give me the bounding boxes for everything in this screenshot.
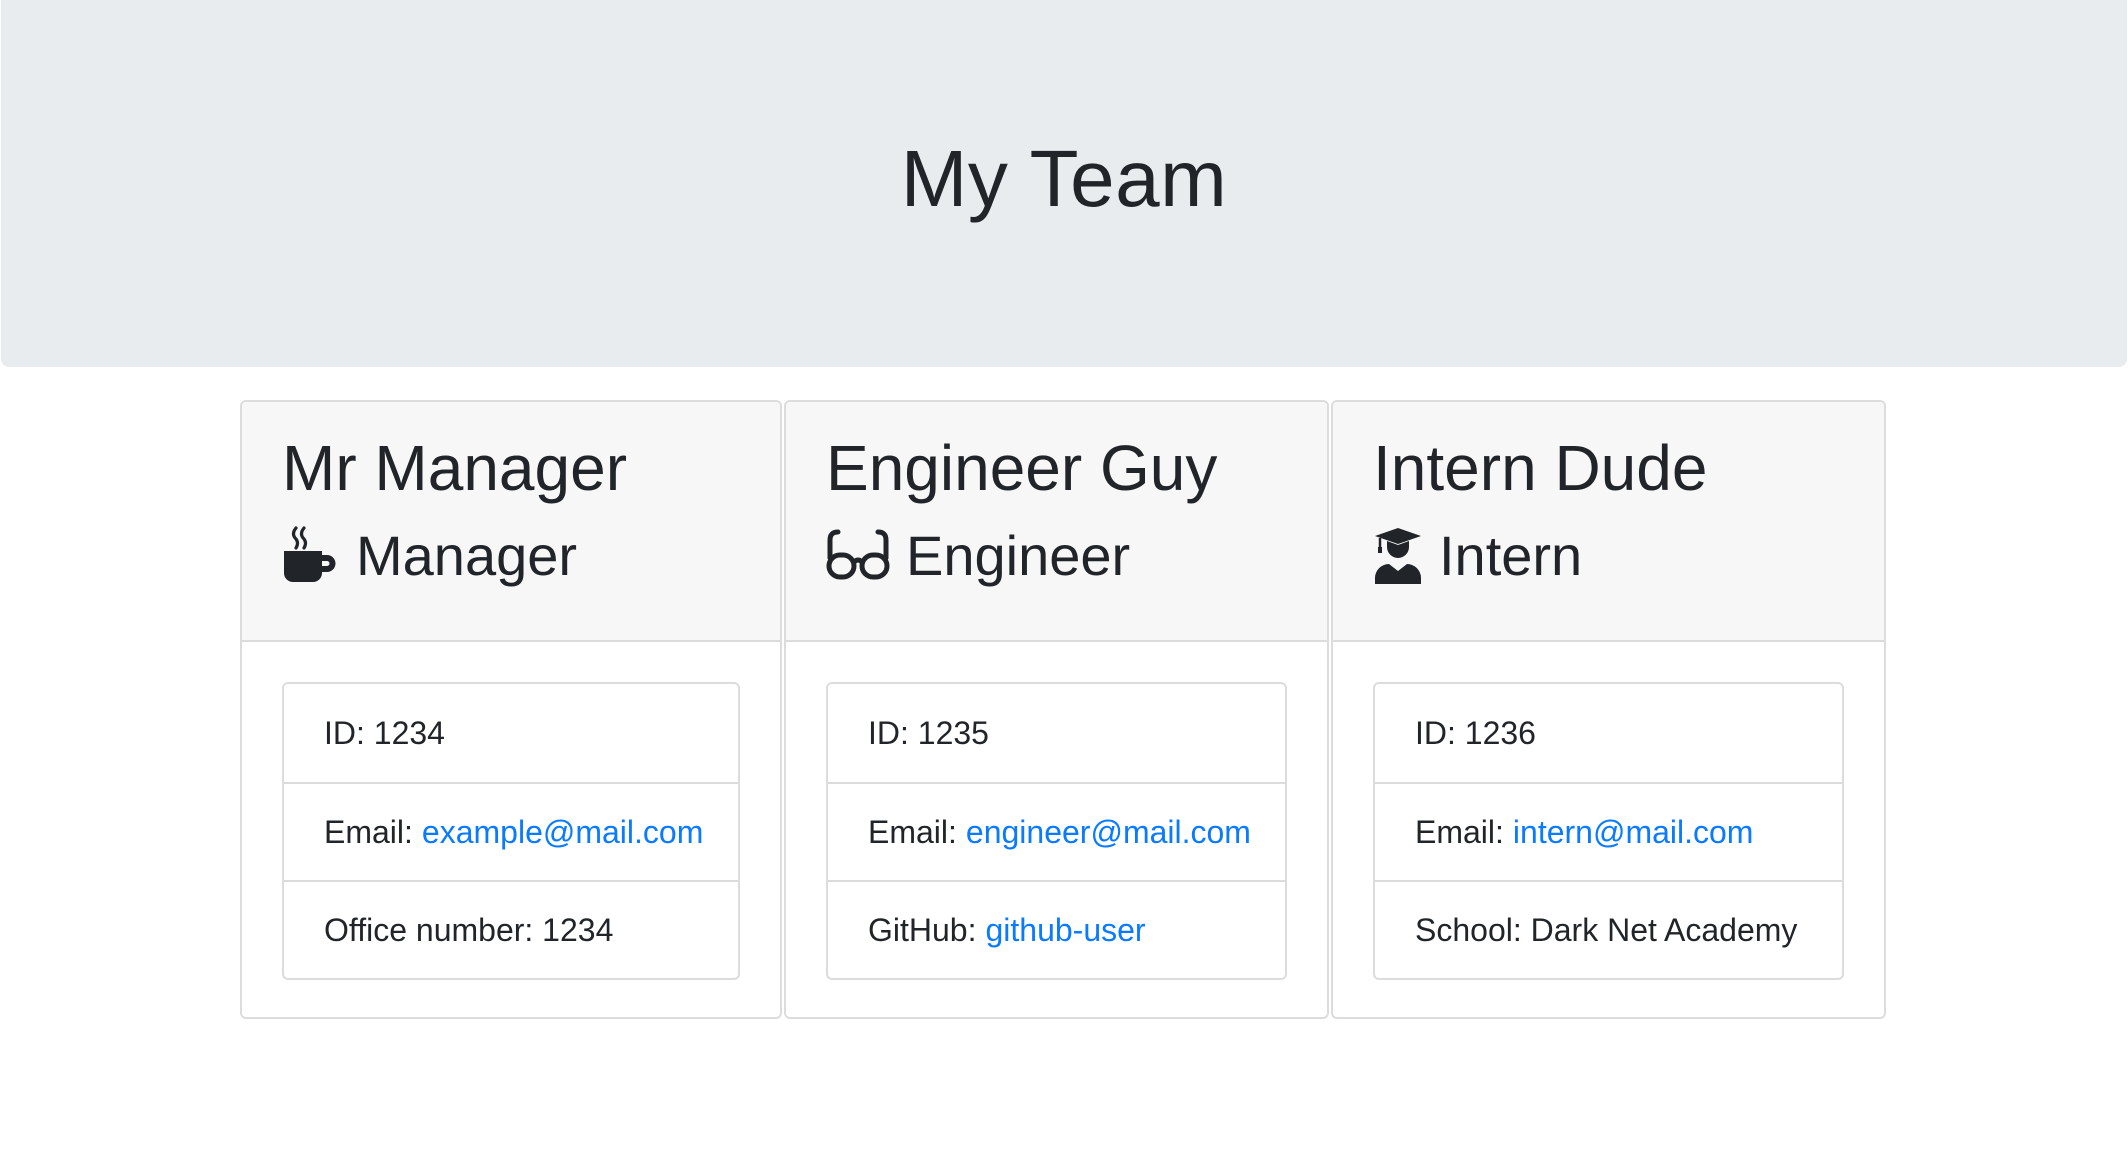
employee-card-intern: Intern Dude Intern ID: 1236 Email: inter… (1331, 400, 1886, 1019)
page-title: My Team (900, 133, 1228, 223)
employee-role-label: Manager (356, 523, 578, 587)
email-label: Email: (868, 813, 957, 850)
school: School: Dark Net Academy (1375, 880, 1842, 978)
glasses-icon (826, 528, 890, 582)
employee-details-list: ID: 1236 Email: intern@mail.com School: … (1373, 682, 1844, 980)
card-header: Mr Manager Manager (242, 402, 780, 642)
employee-card-manager: Mr Manager Manager ID: 1234 Email: examp… (240, 400, 782, 1019)
employee-id: ID: 1236 (1415, 714, 1536, 751)
mug-hot-icon (282, 526, 340, 584)
card-body: ID: 1234 Email: example@mail.com Office … (242, 642, 780, 1017)
employee-name: Mr Manager (282, 432, 627, 504)
user-graduate-icon (1373, 526, 1423, 585)
github-label: GitHub: (868, 911, 977, 948)
employee-email-row: Email: intern@mail.com (1375, 782, 1842, 880)
employee-details-list: ID: 1234 Email: example@mail.com Office … (282, 682, 740, 980)
employee-role: Intern (1373, 523, 1844, 588)
github-link[interactable]: github-user (985, 912, 1145, 949)
card-body: ID: 1235 Email: engineer@mail.com GitHub… (786, 642, 1327, 1017)
employee-id: ID: 1234 (324, 714, 445, 751)
team-cards: Mr Manager Manager ID: 1234 Email: examp… (240, 400, 1888, 1019)
email-label: Email: (1415, 813, 1504, 850)
employee-role: Engineer (826, 523, 1287, 588)
employee-card-engineer: Engineer Guy Engineer ID: 1235 Email: en… (784, 400, 1329, 1019)
employee-name: Intern Dude (1373, 432, 1708, 504)
card-body: ID: 1236 Email: intern@mail.com School: … (1333, 642, 1884, 1017)
employee-email-row: Email: example@mail.com (284, 782, 738, 880)
github-row: GitHub: github-user (828, 880, 1285, 978)
email-link[interactable]: intern@mail.com (1513, 814, 1754, 851)
office-number: Office number: 1234 (284, 880, 738, 978)
employee-name: Engineer Guy (826, 432, 1218, 504)
employee-role-label: Intern (1439, 523, 1583, 587)
employee-id: ID: 1235 (868, 714, 989, 751)
employee-email-row: Email: engineer@mail.com (828, 782, 1285, 880)
employee-role-label: Engineer (906, 523, 1131, 587)
email-link[interactable]: example@mail.com (422, 814, 703, 851)
card-header: Engineer Guy Engineer (786, 402, 1327, 642)
email-label: Email: (324, 813, 413, 850)
employee-role: Manager (282, 523, 740, 588)
employee-details-list: ID: 1235 Email: engineer@mail.com GitHub… (826, 682, 1287, 980)
card-header: Intern Dude Intern (1333, 402, 1884, 642)
header-jumbotron: My Team (1, 0, 2127, 367)
email-link[interactable]: engineer@mail.com (966, 814, 1251, 851)
